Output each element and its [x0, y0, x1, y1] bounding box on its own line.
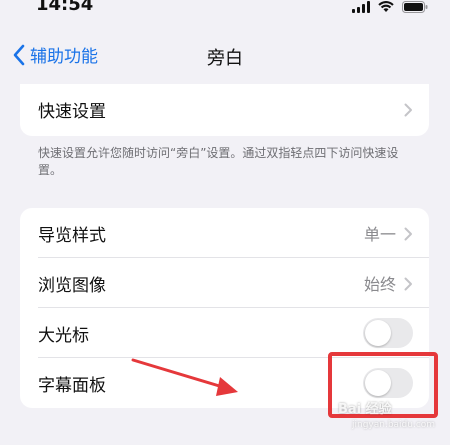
- navigation-bar: 辅助功能 旁白: [0, 30, 450, 84]
- voiceover-options-group: 导览样式 单一 浏览图像 始终 大光标 字幕面板: [20, 208, 429, 408]
- status-time: 14:54: [36, 0, 94, 15]
- navigate-images-value: 始终: [363, 275, 396, 294]
- large-cursor-label: 大光标: [38, 325, 89, 346]
- chevron-right-icon: [404, 226, 413, 241]
- large-cursor-row: 大光标: [20, 308, 429, 358]
- wifi-icon: [378, 0, 394, 17]
- quick-settings-label: 快速设置: [38, 101, 106, 122]
- navigate-images-label: 浏览图像: [38, 275, 106, 296]
- page-title: 旁白: [207, 48, 243, 69]
- large-cursor-toggle[interactable]: [363, 318, 413, 348]
- watermark-logo: Bai 经验: [338, 402, 392, 417]
- caption-panel-label: 字幕面板: [38, 375, 106, 396]
- signal-icon: [352, 0, 370, 17]
- navigation-style-label: 导览样式: [38, 225, 106, 246]
- navigation-style-value: 单一: [363, 225, 396, 244]
- quick-settings-row[interactable]: 快速设置: [20, 84, 429, 134]
- watermark-url: jingyan.baidu.com: [352, 420, 436, 430]
- navigate-images-row[interactable]: 浏览图像 始终: [20, 258, 429, 308]
- caption-panel-toggle[interactable]: [363, 368, 413, 398]
- toggle-knob: [365, 320, 391, 346]
- chevron-right-icon: [404, 276, 413, 291]
- status-icons: [352, 0, 428, 14]
- battery-icon: [402, 0, 428, 17]
- quick-settings-group: 快速设置: [20, 84, 429, 136]
- quick-settings-footnote: 快速设置允许您随时访问“旁白”设置。通过双指轻点四下访问快速设置。: [38, 146, 399, 177]
- status-bar: 14:54: [0, 0, 450, 26]
- navigation-style-row[interactable]: 导览样式 单一: [20, 208, 429, 258]
- toggle-knob: [365, 370, 391, 396]
- chevron-right-icon: [404, 102, 413, 117]
